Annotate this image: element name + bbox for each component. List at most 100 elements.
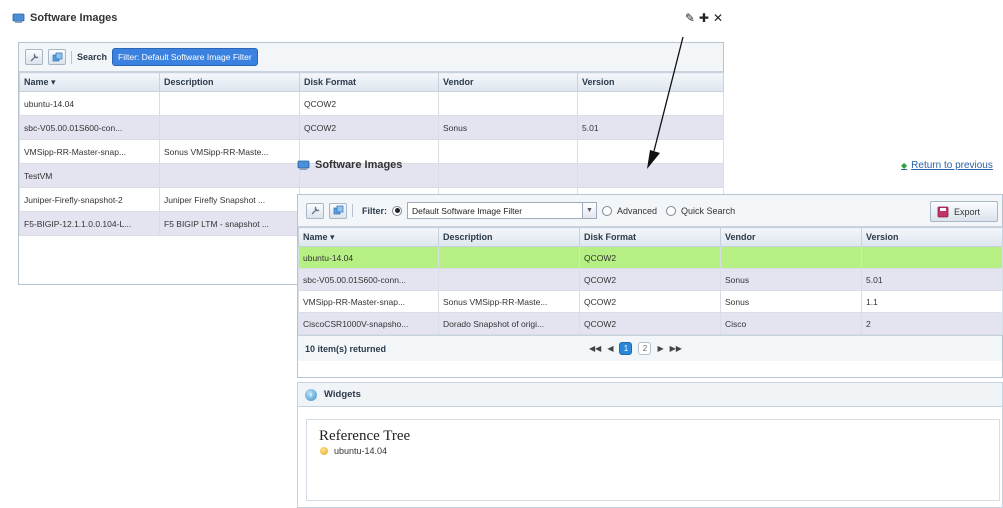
cell-description: Sonus VMSipp-RR-Maste...	[159, 139, 300, 164]
chevron-down-icon[interactable]: ▼	[582, 203, 597, 218]
widgets-header[interactable]: › Widgets	[298, 383, 1002, 407]
cell-name: TestVM	[19, 163, 160, 188]
cell-name: ubuntu-14.04	[298, 246, 439, 269]
cell-version: 5.01	[861, 268, 1003, 291]
cell-description: Juniper Firefly Snapshot ...	[159, 187, 300, 212]
cell-name: VMSipp-RR-Master-snap...	[19, 139, 160, 164]
pagination: ◀◀ ◀ 1 2 ▶ ▶▶	[589, 342, 682, 355]
toolbar-divider	[352, 204, 353, 217]
table-row[interactable]: ubuntu-14.04 QCOW2	[19, 91, 724, 116]
tree-item[interactable]: ubuntu-14.04	[320, 446, 387, 456]
wrench-icon[interactable]	[25, 49, 43, 65]
cell-description	[438, 268, 580, 291]
cell-vendor: Sonus	[720, 268, 862, 291]
cell-description	[159, 115, 300, 140]
sort-desc-icon: ▾	[330, 231, 335, 242]
cell-vendor: Sonus	[438, 115, 578, 140]
next-page-icon[interactable]: ▶	[657, 344, 663, 353]
column-header-name[interactable]: Name ▾	[19, 72, 160, 92]
copy-images-icon[interactable]	[329, 202, 347, 219]
copy-images-icon[interactable]	[48, 49, 66, 65]
table-row[interactable]: VMSipp-RR-Master-snap... Sonus VMSipp-RR…	[298, 290, 1003, 313]
cell-disk-format: QCOW2	[579, 290, 721, 313]
quick-search-radio[interactable]	[666, 205, 677, 216]
column-header-vendor[interactable]: Vendor	[720, 227, 862, 247]
cell-version: 5.01	[577, 115, 724, 140]
search-link[interactable]: Search	[77, 52, 107, 62]
sort-desc-icon: ▾	[51, 76, 56, 87]
prev-page-icon[interactable]: ◀	[607, 344, 613, 353]
filter-label: Filter:	[362, 205, 388, 216]
panel1-toolbar: Search Filter: Default Software Image Fi…	[19, 43, 723, 72]
page-2-button[interactable]: 2	[638, 342, 652, 355]
panel1-title-text: Software Images	[30, 12, 118, 24]
cell-vendor	[438, 91, 578, 116]
cell-description	[159, 163, 300, 188]
cell-name: F5-BIGIP-12.1.1.0.0.104-L...	[19, 211, 160, 236]
radio-selected-dot	[394, 208, 400, 213]
panel1-title: Software Images	[12, 12, 117, 24]
panel2-table: Name ▾ Description Disk Format Vendor Ve…	[298, 227, 1003, 335]
table-row[interactable]: sbc-V05.00.01S600-con... QCOW2 Sonus 5.0…	[19, 115, 724, 140]
cell-description	[438, 246, 580, 269]
expand-widgets-icon[interactable]: ›	[305, 388, 317, 401]
wrench-icon[interactable]	[306, 202, 324, 219]
panel2-title-text: Software Images	[315, 159, 403, 171]
first-page-icon[interactable]: ◀◀	[589, 344, 601, 353]
reference-tree-title: Reference Tree	[319, 428, 411, 444]
advanced-label: Advanced	[617, 205, 658, 216]
back-arrow-icon: ◆	[901, 161, 908, 170]
filter-chip[interactable]: Filter: Default Software Image Filter	[112, 48, 258, 66]
panel2-title: Software Images	[297, 159, 402, 171]
cell-disk-format: QCOW2	[579, 312, 721, 335]
cell-vendor	[720, 246, 862, 269]
quick-search-label: Quick Search	[681, 205, 736, 216]
column-header-disk-format[interactable]: Disk Format	[579, 227, 721, 247]
cell-name: Juniper-Firefly-snapshot-2	[19, 187, 160, 212]
move-icon[interactable]: ✚	[699, 11, 713, 25]
return-to-previous-link[interactable]: ◆ Return to previous	[901, 160, 993, 171]
advanced-radio[interactable]	[602, 205, 613, 216]
export-label: Export	[954, 206, 981, 217]
table-row[interactable]: CiscoCSR1000V-snapsho... Dorado Snapshot…	[298, 312, 1003, 335]
last-page-icon[interactable]: ▶▶	[670, 344, 682, 353]
export-button[interactable]: Export	[930, 201, 998, 222]
page-1-button[interactable]: 1	[619, 342, 633, 355]
cell-description: Dorado Snapshot of origi...	[438, 312, 580, 335]
cell-description: Sonus VMSipp-RR-Maste...	[438, 290, 580, 313]
column-header-version[interactable]: Version	[577, 72, 724, 92]
table-row[interactable]: sbc-V05.00.01S600-conn... QCOW2 Sonus 5.…	[298, 268, 1003, 291]
column-header-description[interactable]: Description	[438, 227, 580, 247]
toolbar-divider	[71, 50, 72, 64]
column-header-name[interactable]: Name ▾	[298, 227, 439, 247]
cell-disk-format: QCOW2	[579, 246, 721, 269]
software-images-icon	[297, 160, 310, 170]
column-header-version[interactable]: Version	[861, 227, 1003, 247]
column-header-vendor[interactable]: Vendor	[438, 72, 578, 92]
cell-disk-format: QCOW2	[299, 91, 439, 116]
cell-version: 2	[861, 312, 1003, 335]
item-count: 10 item(s) returned	[305, 343, 387, 354]
pin-icon[interactable]: ✎	[685, 11, 699, 25]
filter-select[interactable]: Default Software Image Filter ▼	[407, 202, 598, 219]
table-row-selected[interactable]: ubuntu-14.04 QCOW2	[298, 246, 1003, 269]
software-images-icon	[12, 13, 25, 23]
export-icon	[937, 206, 949, 217]
panel-software-images-advanced: Software Images ◆ Return to previous Fil…	[297, 150, 1003, 508]
close-icon[interactable]: ✕	[713, 11, 727, 25]
column-header-disk-format[interactable]: Disk Format	[299, 72, 439, 92]
tree-item-label: ubuntu-14.04	[334, 446, 388, 456]
cell-version	[861, 246, 1003, 269]
column-header-description[interactable]: Description	[159, 72, 300, 92]
cell-version	[577, 91, 724, 116]
widgets-header-text: Widgets	[324, 389, 361, 400]
panel2-frame: Filter: Default Software Image Filter ▼ …	[297, 194, 1003, 378]
cell-name: sbc-V05.00.01S600-conn...	[298, 268, 439, 291]
filter-radio[interactable]	[392, 205, 403, 216]
cell-vendor: Cisco	[720, 312, 862, 335]
cell-name: CiscoCSR1000V-snapsho...	[298, 312, 439, 335]
return-link-text: Return to previous	[911, 160, 993, 171]
tree-node-icon	[320, 447, 328, 455]
window-controls: ✎✚✕	[685, 11, 727, 25]
reference-tree-widget: Reference Tree ubuntu-14.04	[306, 419, 1000, 501]
